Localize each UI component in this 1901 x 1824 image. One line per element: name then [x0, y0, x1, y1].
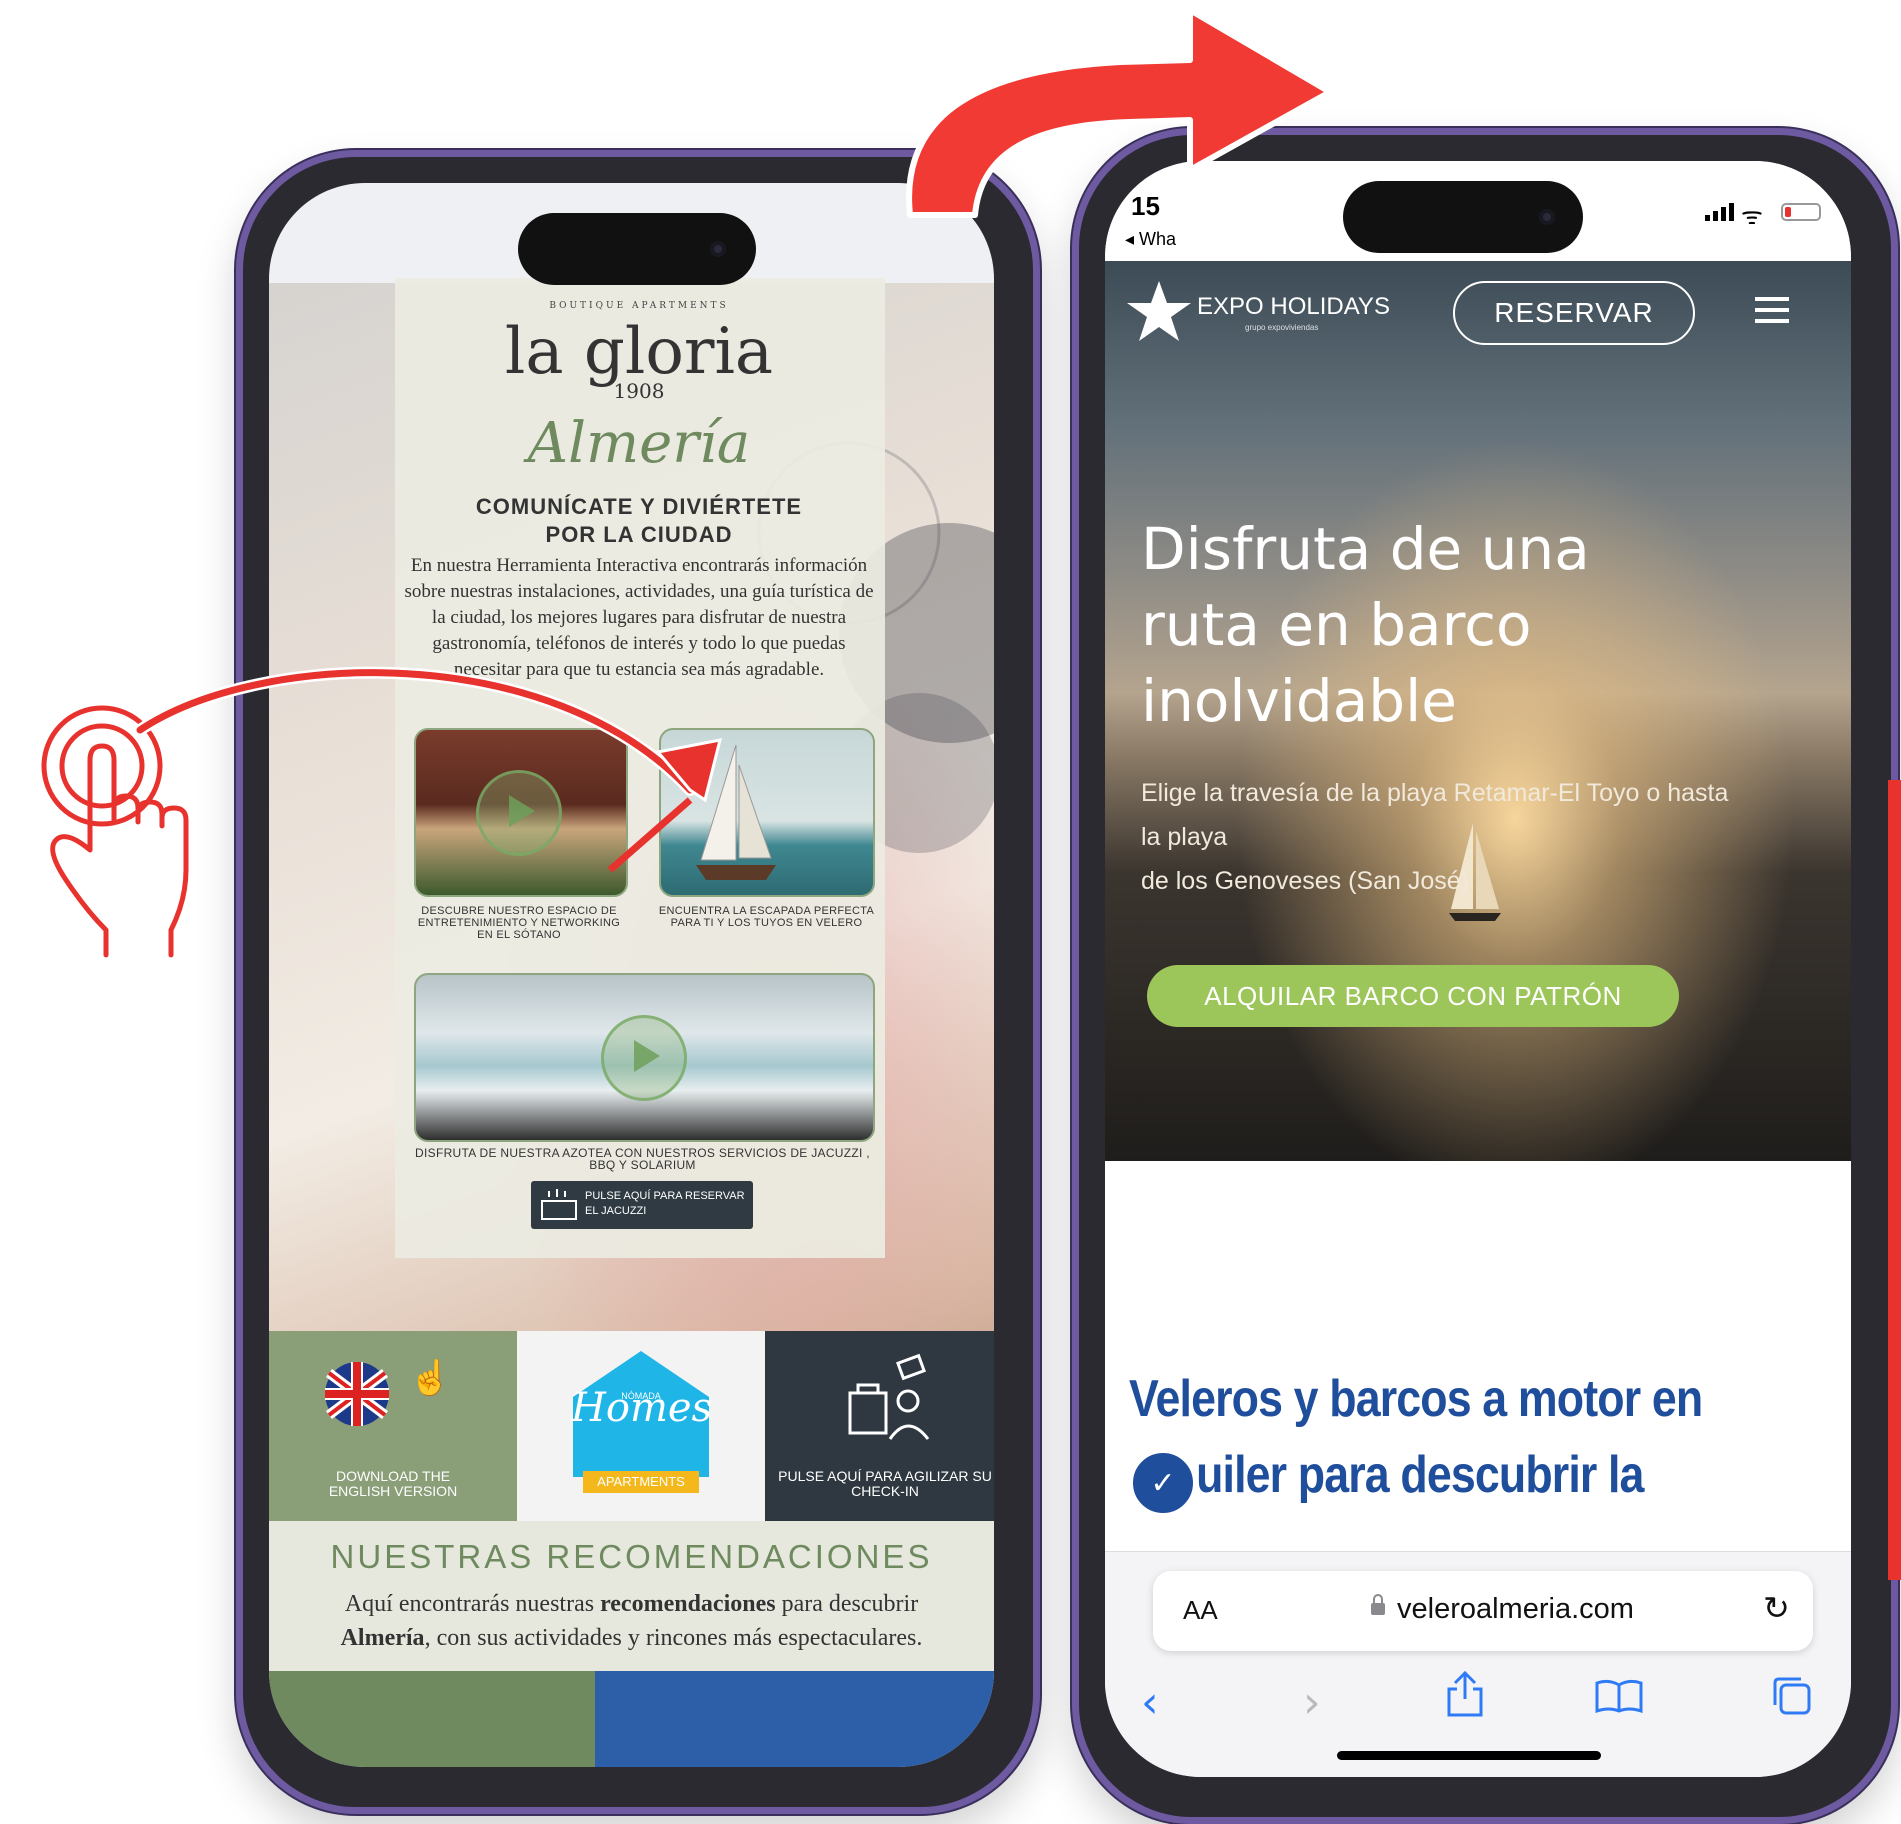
back-icon[interactable]: ‹ [1141, 1677, 1159, 1728]
rec-text-a: Aquí encontrarás nuestras [344, 1591, 601, 1617]
camera-icon [710, 241, 726, 257]
english-version-tile[interactable]: ☝ DOWNLOAD THE ENGLISH VERSION [269, 1331, 517, 1521]
hero-title-line-3: inolvidable [1141, 667, 1457, 735]
rec-text-c: para descubrir [775, 1591, 919, 1617]
reload-icon[interactable]: ↻ [1763, 1589, 1790, 1627]
homes-sub-label: APARTMENTS [583, 1471, 699, 1493]
rec-text-e: , con sus actividades y rincones más esp… [424, 1625, 923, 1651]
jacuzzi-reserve-button[interactable]: PULSE AQUÍ PARA RESERVAR EL JACUZZI [531, 1181, 753, 1229]
jacuzzi-icon [541, 1189, 577, 1220]
hero-subtitle-line-1: Elige la travesía de la playa Retamar-El… [1141, 779, 1729, 807]
rec-text-d: Almería [340, 1625, 425, 1651]
caption-basement: DESCUBRE NUESTRO ESPACIO DE ENTRETENIMIE… [417, 905, 621, 941]
home-indicator [1337, 1751, 1601, 1760]
rooftop-video-thumbnail[interactable] [414, 973, 875, 1142]
right-phone: 15 ◂ Wha ᯤ EXPO HOLIDAYS grupo expovivie… [1072, 128, 1898, 1824]
uk-flag-icon [325, 1362, 389, 1426]
hero-title-line-1: Disfruta de una [1141, 515, 1590, 583]
dynamic-island [518, 213, 756, 285]
curved-arrow-icon [906, 7, 1333, 218]
address-bar[interactable]: AA veleroalmeria.com ↻ [1153, 1571, 1813, 1651]
hero-subtitle-line-3: de los Genoveses (San José) [1141, 867, 1469, 895]
hero-title: Disfruta de una ruta en barco inolvidabl… [1141, 511, 1741, 739]
section-heading: COMUNÍCATE Y DIVIÉRTETE POR LA CIUDAD [419, 493, 859, 549]
jacuzzi-button-label: PULSE AQUÍ PARA RESERVAR EL JACUZZI [585, 1190, 745, 1217]
share-icon[interactable] [1445, 1671, 1485, 1717]
chat-icon[interactable]: ✓ [1129, 1449, 1197, 1517]
hero-title-line-2: ruta en barco [1141, 591, 1532, 659]
bookmarks-icon[interactable] [1595, 1679, 1643, 1713]
section-heading-line-2: uiler para descubrir la [1196, 1446, 1644, 1504]
signal-icon [1703, 203, 1737, 221]
tap-hand-icon: ☝ [409, 1359, 452, 1397]
brand-name: la gloria [504, 315, 774, 389]
tabs-icon[interactable] [1771, 1675, 1813, 1717]
homes-logo: NÓMADA Homes APARTMENTS [571, 1349, 713, 1497]
rec-text-b: recomendaciones [600, 1591, 776, 1617]
play-icon[interactable] [601, 1015, 687, 1101]
pointer-arrow [134, 666, 723, 873]
back-to-app-link[interactable]: ◂ Wha [1125, 229, 1176, 250]
logo-subtext: grupo expoviviendas [1245, 323, 1319, 332]
section-heading-line-1: Veleros y barcos a motor en [1129, 1370, 1703, 1428]
wifi-icon: ᯤ [1741, 202, 1763, 230]
brand-tagline: BOUTIQUE APARTMENTS [549, 301, 729, 311]
lock-icon [1371, 1594, 1385, 1615]
hero-subtitle: Elige la travesía de la playa Retamar-El… [1141, 771, 1821, 903]
camera-icon [1539, 209, 1555, 225]
checkin-tile-label: PULSE AQUÍ PARA AGILIZAR SU CHECK-IN [778, 1468, 992, 1499]
url-text[interactable]: veleroalmeria.com [1397, 1593, 1634, 1626]
battery-icon [1781, 203, 1821, 221]
hero-subtitle-line-2: la playa [1141, 823, 1228, 851]
right-phone-screen: 15 ◂ Wha ᯤ EXPO HOLIDAYS grupo expovivie… [1105, 161, 1851, 1777]
heading-line-2: POR LA CIUDAD [545, 522, 733, 547]
left-phone: BOUTIQUE APARTMENTS la gloria 1908 Almer… [236, 150, 1040, 1814]
concierge-icon [848, 1353, 930, 1440]
checkin-tile[interactable]: PULSE AQUÍ PARA AGILIZAR SU CHECK-IN [765, 1331, 994, 1521]
left-phone-screen: BOUTIQUE APARTMENTS la gloria 1908 Almer… [269, 183, 994, 1767]
red-edge-accent [1888, 780, 1901, 1580]
homes-main-label: Homes [571, 1385, 713, 1431]
logo-text[interactable]: EXPO HOLIDAYS [1197, 293, 1390, 321]
heading-line-1: COMUNÍCATE Y DIVIÉRTETE [475, 494, 803, 519]
rent-boat-button[interactable]: ALQUILAR BARCO CON PATRÓN [1147, 965, 1679, 1027]
homes-apartments-tile[interactable]: NÓMADA Homes APARTMENTS [517, 1331, 765, 1521]
expo-logo-icon [1127, 281, 1191, 341]
city-script: Almería [527, 411, 751, 476]
forward-icon[interactable]: › [1303, 1677, 1321, 1728]
english-tile-label: DOWNLOAD THE ENGLISH VERSION [328, 1468, 458, 1499]
caption-sailboat: ENCUENTRA LA ESCAPADA PERFECTA PARA TI Y… [658, 905, 875, 929]
menu-icon[interactable] [1755, 295, 1789, 325]
bottom-strip [269, 1671, 994, 1767]
section-heading: Veleros y barcos a motor en uiler para d… [1129, 1361, 1731, 1513]
text-size-button[interactable]: AA [1183, 1595, 1218, 1626]
recommendations-text: Aquí encontrarás nuestras recomendacione… [299, 1587, 964, 1655]
recommendations-title: NUESTRAS RECOMENDACIONES [330, 1538, 933, 1575]
brand-year: 1908 [613, 379, 665, 403]
reserve-button[interactable]: RESERVAR [1453, 281, 1695, 345]
caption-rooftop: DISFRUTA DE NUESTRA AZOTEA CON NUESTROS … [415, 1146, 870, 1172]
